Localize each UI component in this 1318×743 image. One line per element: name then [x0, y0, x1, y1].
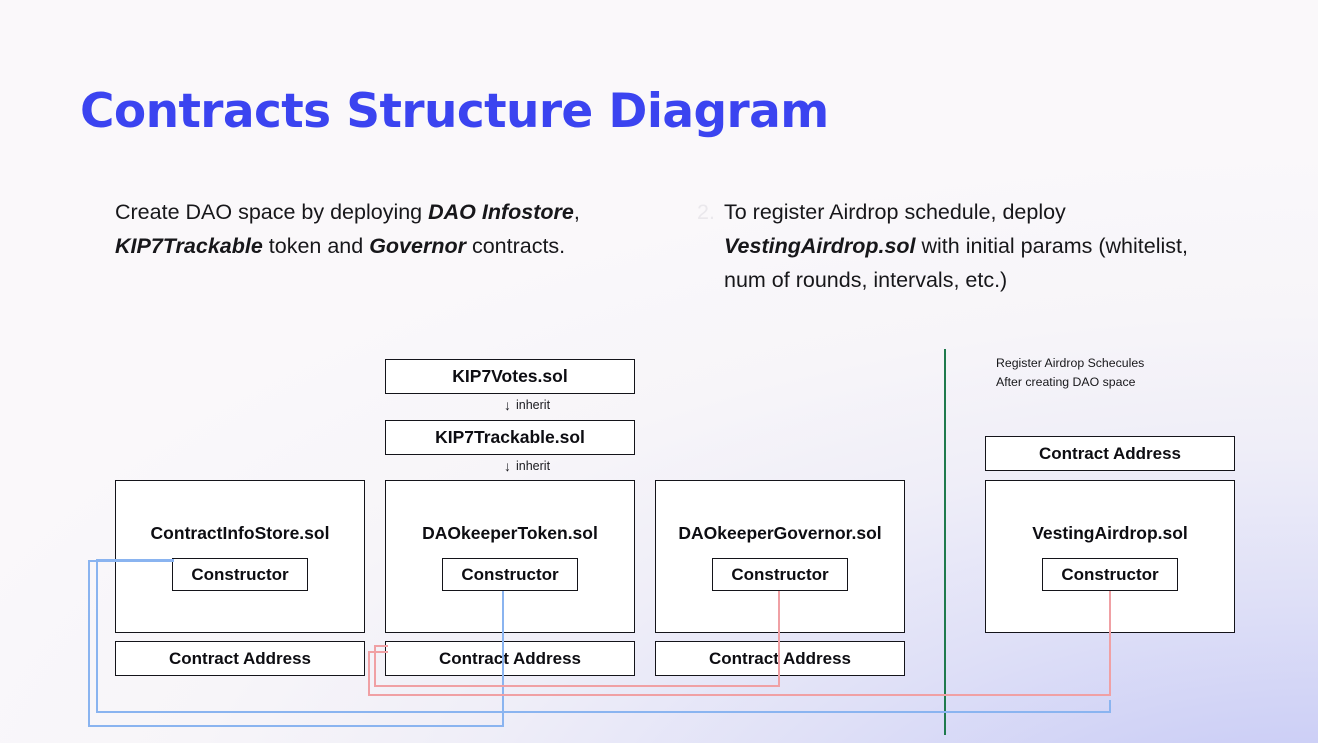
connector-blue-a-horizontal-bottom: [88, 725, 504, 727]
box-kip7trackable[interactable]: KIP7Trackable.sol: [385, 420, 635, 455]
box-contractinfostore[interactable]: ContractInfoStore.sol: [115, 480, 365, 633]
constructor-vestingairdrop[interactable]: Constructor: [1042, 558, 1178, 591]
inherit-label-1: inherit: [516, 398, 551, 412]
step-2-number: 2.: [697, 200, 715, 224]
airdrop-note-line-1: Register Airdrop Schecules: [996, 356, 1145, 370]
connector-blue-b-horizontal-bottom: [96, 711, 1111, 713]
arrow-down-icon: ↓: [504, 458, 511, 474]
connector-red-a-horizontal: [374, 685, 780, 687]
constructor-contractinfostore[interactable]: Constructor: [172, 558, 308, 591]
address-daokeepertoken[interactable]: Contract Address: [385, 641, 635, 676]
constructor-daokeepergovernor[interactable]: Constructor: [712, 558, 848, 591]
connector-red-a-horizontal-into-address: [374, 645, 388, 647]
address-contractinfostore[interactable]: Contract Address: [115, 641, 365, 676]
inherit-label-2: inherit: [516, 459, 551, 473]
box-kip7votes[interactable]: KIP7Votes.sol: [385, 359, 635, 394]
inherit-edge-2: ↓ inherit: [504, 459, 550, 473]
arrow-down-icon: ↓: [504, 397, 511, 413]
connector-red-b-horizontal: [368, 694, 1111, 696]
constructor-daokeepertoken[interactable]: Constructor: [442, 558, 578, 591]
airdrop-note: Register Airdrop Schecules After creatin…: [996, 354, 1144, 392]
airdrop-note-line-2: After creating DAO space: [996, 375, 1136, 389]
page-title: Contracts Structure Diagram: [80, 84, 829, 139]
step-2-text: To register Airdrop schedule, deploy Ves…: [724, 200, 1188, 292]
diagram-canvas: Contracts Structure Diagram 2. Create DA…: [0, 0, 1318, 743]
address-vestingairdrop[interactable]: Contract Address: [985, 436, 1235, 471]
connector-red-b-vertical-into-address: [368, 651, 370, 695]
connector-red-b-vertical-from-ctor: [1109, 591, 1111, 695]
connector-blue-b-vertical-left: [96, 559, 98, 713]
connector-red-b-horizontal-into-address: [368, 651, 388, 653]
inherit-edge-1: ↓ inherit: [504, 398, 550, 412]
box-daokeepertoken[interactable]: DAOkeeperToken.sol: [385, 480, 635, 633]
connector-blue-b-horizontal-into-ctor: [96, 559, 174, 561]
connector-blue-a-vertical-left: [88, 560, 90, 726]
connector-blue-a-vertical-from-ctor: [502, 591, 504, 726]
connector-red-a-vertical-from-ctor: [778, 591, 780, 686]
address-daokeepergovernor[interactable]: Contract Address: [655, 641, 905, 676]
section-divider-green: [944, 349, 946, 735]
box-daokeepergovernor[interactable]: DAOkeeperGovernor.sol: [655, 480, 905, 633]
step-1-text: Create DAO space by deploying DAO Infost…: [115, 200, 580, 258]
connector-blue-b-vertical-right: [1109, 700, 1111, 713]
